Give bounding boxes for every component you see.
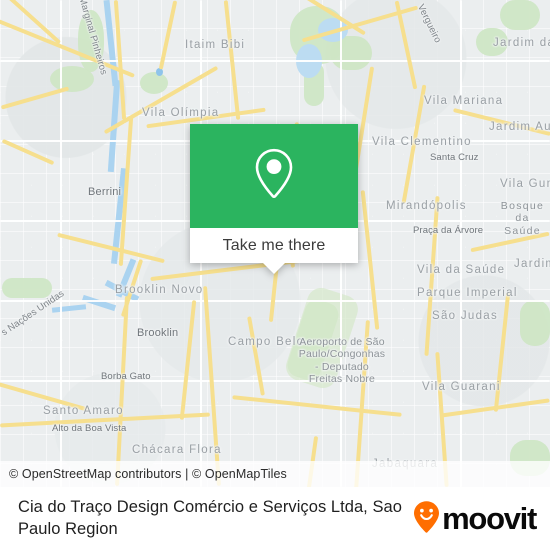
map-label-congonhas-airport: Aeroporto de São Paulo/Congonhas - Deput…	[298, 336, 386, 386]
map-label-praca-da-arvore: Praça da Árvore	[413, 225, 484, 236]
map-label-jardim-da: Jardim da	[493, 37, 550, 49]
map-label-chacara-flora: Chácara Flora	[132, 444, 222, 456]
moovit-smiley-pin-icon	[412, 500, 441, 538]
map-attribution-text[interactable]: © OpenStreetMap contributors | © OpenMap…	[0, 467, 287, 481]
map-label-vila-guarani: Vila Guarani	[422, 381, 501, 393]
map-label-vila-clementino: Vila Clementino	[372, 136, 472, 148]
map-label-vila-mariana: Vila Mariana	[424, 95, 504, 107]
map-label-alto-da-boa-vista: Alto da Boa Vista	[52, 423, 127, 434]
map-canvas[interactable]: Marginal Pinheiros Itaim Bibi Vila Olímp…	[0, 0, 550, 487]
card-cta-area[interactable]: Take me there	[190, 228, 358, 274]
map-attribution-bar: © OpenStreetMap contributors | © OpenMap…	[0, 461, 550, 487]
page-title: Cia do Traço Design Comércio e Serviços …	[18, 497, 402, 538]
take-me-there-label: Take me there	[222, 236, 326, 254]
map-label-itaim-bibi: Itaim Bibi	[185, 39, 246, 51]
map-label-borba-gato: Borba Gato	[101, 371, 151, 382]
page-footer: Cia do Traço Design Comércio e Serviços …	[0, 487, 550, 550]
location-info-card[interactable]: Take me there	[190, 124, 358, 274]
moovit-logo[interactable]: moovit	[412, 500, 537, 538]
map-label-brooklin: Brooklin	[137, 327, 179, 339]
map-label-santa-cruz: Santa Cruz	[430, 152, 479, 163]
map-label-jardim-aure: Jardim Auré	[489, 121, 550, 133]
moovit-wordmark: moovit	[442, 501, 537, 536]
map-label-bosque-da-saude: Bosque da Saúde	[500, 200, 545, 237]
map-label-vila-da-saude: Vila da Saúde	[417, 264, 506, 276]
map-label-brooklin-novo: Brooklin Novo	[115, 284, 204, 296]
map-label-berrini: Berrini	[88, 186, 122, 198]
map-label-mirandopolis: Mirandópolis	[386, 200, 467, 212]
screenshot-root: Marginal Pinheiros Itaim Bibi Vila Olímp…	[0, 0, 550, 550]
card-image-area	[190, 124, 358, 228]
map-pin-icon	[253, 147, 295, 206]
map-label-santo-amaro: Santo Amaro	[43, 405, 124, 417]
map-label-vila-olimpia: Vila Olímpia	[142, 107, 220, 119]
map-label-parque-imperial: Parque Imperial	[417, 287, 518, 299]
map-label-vila-gume: Vila Gume	[500, 178, 550, 190]
map-label-jardim: Jardim	[514, 258, 550, 270]
map-label-sao-judas: São Judas	[432, 310, 499, 322]
card-pointer-tail	[263, 263, 285, 274]
